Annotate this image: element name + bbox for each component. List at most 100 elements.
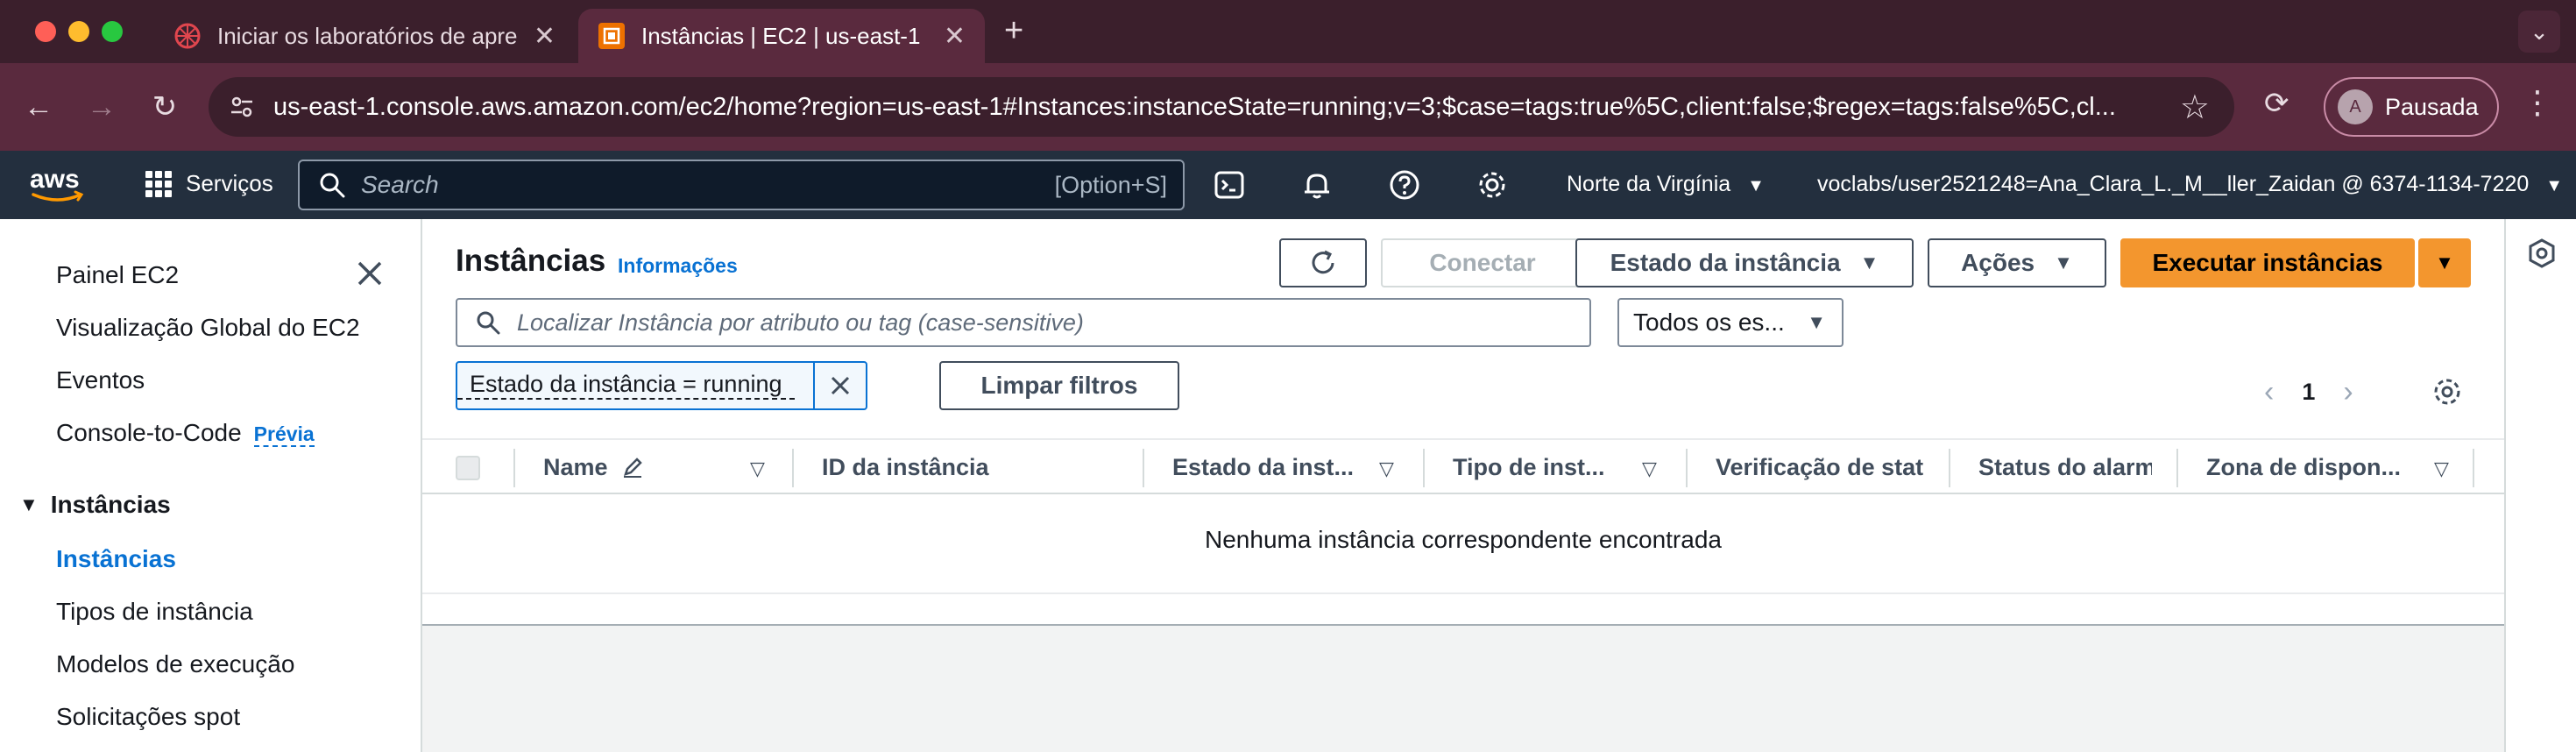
- sidebar-item-tipos-de-instancia[interactable]: Tipos de instância: [56, 598, 253, 626]
- account-menu[interactable]: voclabs/user2521248=Ana_Clara_L._M__ller…: [1817, 172, 2563, 197]
- connect-button[interactable]: Conectar: [1381, 238, 1584, 287]
- column-divider: [2473, 449, 2474, 487]
- sidebar-item-modelos-de-execucao[interactable]: Modelos de execução: [56, 650, 294, 678]
- actions-button[interactable]: Ações ▼: [1928, 238, 2106, 287]
- sidebar-item-console-to-code[interactable]: Console-to-Code Prévia: [56, 419, 315, 447]
- launch-dropdown-button[interactable]: ▼: [2418, 238, 2471, 287]
- info-link[interactable]: Informações: [618, 254, 738, 278]
- sidebar-section-instancias[interactable]: ▼ Instâncias: [19, 491, 171, 519]
- select-value: Todos os es...: [1633, 309, 1785, 336]
- search-placeholder: Search: [361, 171, 439, 198]
- profile-label: Pausada: [2385, 93, 2479, 120]
- empty-table-message: Nenhuma instância correspondente encontr…: [1205, 526, 1722, 553]
- launch-instances-button[interactable]: Executar instâncias: [2120, 238, 2415, 287]
- tab-close-icon[interactable]: ✕: [534, 21, 556, 52]
- sidebar-item-solicitacoes-spot[interactable]: Solicitações spot: [56, 703, 240, 731]
- tab-search-chevron-icon[interactable]: ⌄: [2518, 11, 2560, 53]
- close-icon: [831, 376, 850, 395]
- instance-search-input[interactable]: Localizar Instância por atributo ou tag …: [456, 298, 1591, 347]
- bookmark-star-icon[interactable]: ☆: [2180, 88, 2210, 127]
- window-minimize-button[interactable]: [68, 21, 89, 42]
- caret-down-icon: ▼: [1859, 252, 1879, 273]
- browser-tab-bar: Iniciar os laboratórios de apre ✕ Instân…: [0, 0, 2576, 63]
- column-header-instance-type[interactable]: Tipo de inst...: [1453, 454, 1645, 481]
- next-page-chevron-icon[interactable]: ›: [2343, 375, 2353, 409]
- search-icon: [320, 173, 345, 198]
- column-header-availability-zone[interactable]: Zona de dispon...: [2206, 454, 2425, 481]
- aws-top-nav: aws Serviços Search [Option+S] Norte da …: [0, 151, 2576, 219]
- sidebar-item-eventos[interactable]: Eventos: [56, 366, 145, 394]
- sidebar-item-global-view[interactable]: Visualização Global do EC2: [56, 314, 360, 342]
- close-icon[interactable]: [352, 256, 387, 291]
- ec2-favicon-icon: [598, 23, 625, 49]
- settings-gear-icon[interactable]: [1476, 168, 1509, 202]
- table-preferences-gear-icon[interactable]: [2431, 375, 2464, 408]
- cloudshell-icon[interactable]: [1213, 168, 1246, 202]
- tab-close-icon[interactable]: ✕: [944, 21, 966, 52]
- browser-toolbar: ← → ↻ us-east-1.console.aws.amazon.com/e…: [0, 63, 2576, 151]
- aws-search-input[interactable]: Search [Option+S]: [298, 160, 1185, 210]
- services-label: Serviços: [186, 170, 273, 196]
- window-zoom-button[interactable]: [102, 21, 123, 42]
- help-icon[interactable]: [1388, 168, 1421, 202]
- caret-down-icon: ▼: [1747, 176, 1765, 195]
- page-number[interactable]: 1: [2302, 379, 2315, 406]
- url-text: us-east-1.console.aws.amazon.com/ec2/hom…: [273, 92, 2116, 121]
- instance-state-select[interactable]: Todos os es... ▼: [1617, 298, 1844, 347]
- extension-icon[interactable]: ⟳: [2264, 86, 2289, 121]
- previous-page-chevron-icon[interactable]: ‹: [2264, 375, 2274, 409]
- column-header-status-check[interactable]: Verificação de stat: [1716, 454, 1924, 481]
- sidebar-item-painel-ec2[interactable]: Painel EC2: [56, 261, 179, 289]
- tab-title: Iniciar os laboratórios de apre: [217, 22, 518, 49]
- notifications-bell-icon[interactable]: [1300, 168, 1334, 202]
- services-menu[interactable]: Serviços: [145, 170, 273, 197]
- column-divider: [1949, 449, 1950, 487]
- grid-icon: [145, 170, 172, 197]
- filter-token[interactable]: Estado da instância = running: [456, 361, 867, 410]
- edit-pencil-icon: [624, 458, 642, 478]
- caret-down-icon: ▼: [1807, 311, 1826, 333]
- column-divider: [1686, 449, 1688, 487]
- refresh-button[interactable]: [1279, 238, 1367, 287]
- tools-panel-icon[interactable]: [2525, 237, 2558, 270]
- back-arrow-icon[interactable]: ←: [18, 86, 60, 128]
- forward-arrow-icon[interactable]: →: [81, 86, 123, 128]
- site-settings-icon[interactable]: [224, 89, 259, 124]
- column-header-instance-state[interactable]: Estado da inst...: [1172, 454, 1383, 481]
- column-header-alarm-status[interactable]: Status do alarm: [1978, 454, 2152, 481]
- clear-filters-button[interactable]: Limpar filtros: [939, 361, 1179, 410]
- tune-icon: [231, 96, 252, 117]
- region-selector[interactable]: Norte da Virgínia ▼: [1567, 172, 1765, 197]
- caret-down-icon: ▼: [2435, 252, 2454, 273]
- url-bar[interactable]: us-east-1.console.aws.amazon.com/ec2/hom…: [209, 77, 2234, 137]
- new-tab-icon[interactable]: +: [1004, 12, 1023, 50]
- browser-tab-labs[interactable]: Iniciar os laboratórios de apre ✕: [154, 9, 575, 63]
- table-header: Name ▽ ID da instância Estado da inst...…: [422, 438, 2504, 494]
- sort-caret-icon[interactable]: ▽: [1379, 458, 1394, 480]
- sort-caret-icon[interactable]: ▽: [1642, 458, 1657, 480]
- column-divider: [513, 449, 515, 487]
- remove-filter-close-icon[interactable]: [815, 362, 866, 409]
- details-split-panel: [422, 624, 2504, 752]
- sidebar-item-instancias[interactable]: Instâncias: [56, 545, 176, 573]
- search-placeholder: Localizar Instância por atributo ou tag …: [517, 309, 1084, 336]
- profile-button[interactable]: A Pausada: [2324, 77, 2499, 137]
- column-divider: [792, 449, 794, 487]
- browser-tab-ec2[interactable]: Instâncias | EC2 | us-east-1 ✕: [578, 9, 985, 63]
- browser-menu-icon[interactable]: ⋮: [2522, 84, 2553, 121]
- pagination: ‹ 1 ›: [2264, 375, 2353, 409]
- column-header-instance-id[interactable]: ID da instância: [822, 454, 1058, 481]
- window-close-button[interactable]: [35, 21, 56, 42]
- sidebar-item-label: Console-to-Code: [56, 419, 242, 446]
- instance-state-button[interactable]: Estado da instância ▼: [1575, 238, 1914, 287]
- sidebar: Painel EC2 Visualização Global do EC2 Ev…: [0, 219, 422, 752]
- select-all-checkbox[interactable]: [456, 456, 480, 480]
- reload-icon[interactable]: ↻: [144, 86, 186, 128]
- column-divider: [1143, 449, 1144, 487]
- button-label: Ações: [1961, 249, 2035, 276]
- column-header-name[interactable]: Name: [543, 454, 644, 481]
- aws-logo-icon[interactable]: aws: [28, 163, 88, 207]
- sort-caret-icon[interactable]: ▽: [750, 458, 765, 480]
- caret-down-icon: ▼: [19, 493, 39, 515]
- sort-caret-icon[interactable]: ▽: [2434, 458, 2449, 480]
